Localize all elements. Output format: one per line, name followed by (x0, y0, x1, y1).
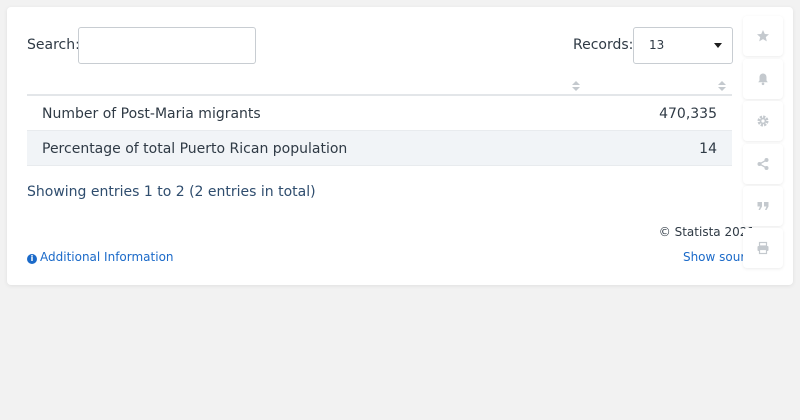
print-icon (757, 241, 769, 255)
table-header (27, 77, 732, 96)
records-select[interactable]: 13 (633, 27, 733, 64)
table-row: Percentage of total Puerto Rican populat… (27, 131, 732, 166)
search-label: Search: (27, 37, 80, 53)
additional-information-link[interactable]: i Additional Information (27, 250, 174, 264)
data-table: Number of Post-Maria migrants 470,335 Pe… (27, 77, 732, 166)
action-sidebar (743, 14, 783, 268)
table-row: Number of Post-Maria migrants 470,335 (27, 96, 732, 131)
entries-summary: Showing entries 1 to 2 (2 entries in tot… (27, 184, 316, 200)
cite-button[interactable] (743, 186, 783, 226)
row-label: Number of Post-Maria migrants (42, 106, 261, 122)
gear-icon (757, 115, 769, 127)
records-selected-value: 13 (649, 38, 665, 52)
print-button[interactable] (743, 228, 783, 268)
quote-icon (757, 202, 769, 210)
records-label: Records: (573, 37, 634, 53)
bell-icon (758, 73, 768, 86)
notification-button[interactable] (743, 59, 783, 99)
search-input[interactable] (78, 27, 256, 64)
row-value: 470,335 (659, 106, 717, 122)
sort-icon[interactable] (718, 81, 726, 93)
share-button[interactable] (743, 144, 783, 184)
bookmark-button[interactable] (743, 16, 783, 56)
caret-down-icon (714, 43, 722, 48)
info-icon: i (27, 254, 37, 264)
row-value: 14 (699, 141, 717, 157)
share-icon (757, 158, 769, 170)
settings-button[interactable] (743, 101, 783, 141)
star-icon (757, 30, 769, 42)
statistic-card: Search: Records: 13 Number of Post-Maria… (7, 7, 793, 285)
copyright-text: © Statista 2021 (658, 225, 755, 239)
sort-icon[interactable] (572, 81, 580, 93)
row-label: Percentage of total Puerto Rican populat… (42, 141, 348, 157)
additional-information-label: Additional Information (40, 250, 174, 264)
